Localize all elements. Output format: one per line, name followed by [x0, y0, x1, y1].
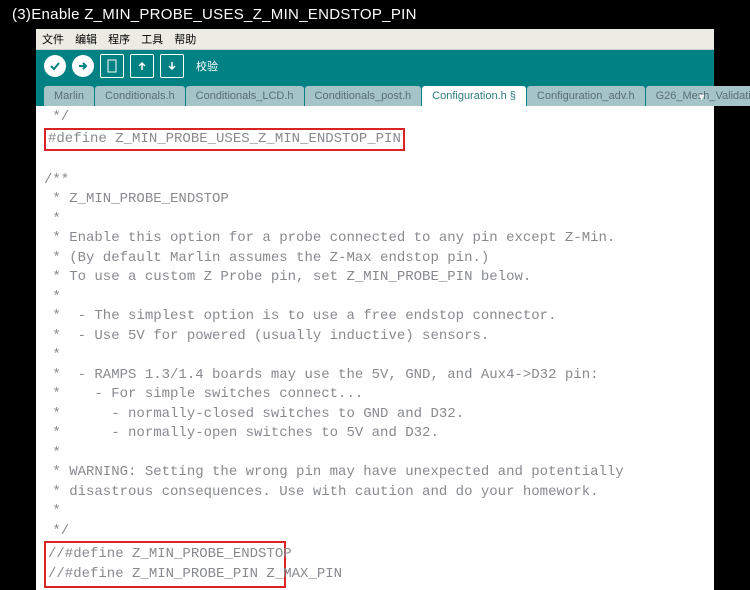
menu-file[interactable]: 文件: [42, 34, 64, 46]
code-line: * - RAMPS 1.3/1.4 boards may use the 5V,…: [44, 366, 706, 386]
arrow-down-icon: [166, 60, 178, 72]
code-line: *: [44, 444, 706, 464]
toolbar: 校验: [36, 50, 714, 82]
verify-button[interactable]: [44, 55, 66, 77]
code-line: /**: [44, 171, 706, 191]
new-button[interactable]: [100, 54, 124, 78]
upload-button[interactable]: [72, 55, 94, 77]
code-line: * WARNING: Setting the wrong pin may hav…: [44, 463, 706, 483]
code-line: * To use a custom Z Probe pin, set Z_MIN…: [44, 268, 706, 288]
arrow-up-icon: [136, 60, 148, 72]
code-line: [44, 151, 706, 171]
code-line: * - normally-closed switches to GND and …: [44, 405, 706, 425]
code-line: */: [44, 108, 706, 128]
check-icon: [49, 60, 61, 72]
save-button[interactable]: [160, 54, 184, 78]
code-line: *: [44, 346, 706, 366]
code-line: #define Z_MIN_PROBE_USES_Z_MIN_ENDSTOP_P…: [48, 131, 401, 147]
chevron-down-icon: ▼: [697, 92, 706, 102]
code-line: //#define Z_MIN_PROBE_PIN Z_MAX_PIN: [48, 565, 282, 585]
arduino-ide-window: 文件 编辑 程序 工具 帮助 校验 Marlin Conditionals.h …: [36, 29, 714, 590]
file-icon: [106, 59, 118, 73]
code-line: * - For simple switches connect...: [44, 385, 706, 405]
menu-tools[interactable]: 工具: [141, 34, 163, 46]
code-line: * - normally-open switches to 5V and D32…: [44, 424, 706, 444]
code-editor[interactable]: */ #define Z_MIN_PROBE_USES_Z_MIN_ENDSTO…: [36, 106, 714, 590]
code-line: */: [44, 522, 706, 542]
tab-conditionals-lcd[interactable]: Conditionals_LCD.h: [186, 86, 304, 106]
menu-edit[interactable]: 编辑: [75, 34, 97, 46]
code-line: *: [44, 288, 706, 308]
arrow-right-icon: [77, 60, 89, 72]
code-line: *: [44, 502, 706, 522]
tab-bar: Marlin Conditionals.h Conditionals_LCD.h…: [36, 82, 714, 106]
instruction-text: (3)Enable Z_MIN_PROBE_USES_Z_MIN_ENDSTOP…: [12, 6, 417, 23]
open-button[interactable]: [130, 54, 154, 78]
menu-help[interactable]: 帮助: [174, 34, 196, 46]
code-line: *: [44, 210, 706, 230]
tab-overflow-dropdown[interactable]: ▼: [693, 88, 710, 106]
tab-conditionals[interactable]: Conditionals.h: [95, 86, 185, 106]
verify-label: 校验: [196, 58, 218, 74]
code-line: * - Use 5V for powered (usually inductiv…: [44, 327, 706, 347]
tab-configuration[interactable]: Configuration.h §: [422, 86, 526, 106]
tab-conditionals-post[interactable]: Conditionals_post.h: [305, 86, 422, 106]
code-line: * (By default Marlin assumes the Z-Max e…: [44, 249, 706, 269]
instruction-header: (3)Enable Z_MIN_PROBE_USES_Z_MIN_ENDSTOP…: [0, 0, 750, 29]
code-line: * disastrous consequences. Use with caut…: [44, 483, 706, 503]
code-line: //#define Z_MIN_PROBE_ENDSTOP: [48, 545, 282, 565]
menubar: 文件 编辑 程序 工具 帮助: [36, 29, 714, 50]
tab-marlin[interactable]: Marlin: [44, 86, 94, 106]
menu-sketch[interactable]: 程序: [108, 34, 130, 46]
highlight-define-probe-endstop: //#define Z_MIN_PROBE_ENDSTOP //#define …: [44, 541, 286, 588]
code-line: * Enable this option for a probe connect…: [44, 229, 706, 249]
code-line: * - The simplest option is to use a free…: [44, 307, 706, 327]
highlight-define-probe-uses-zmin: #define Z_MIN_PROBE_USES_Z_MIN_ENDSTOP_P…: [44, 128, 405, 152]
code-line: * Z_MIN_PROBE_ENDSTOP: [44, 190, 706, 210]
tab-configuration-adv[interactable]: Configuration_adv.h: [527, 86, 645, 106]
